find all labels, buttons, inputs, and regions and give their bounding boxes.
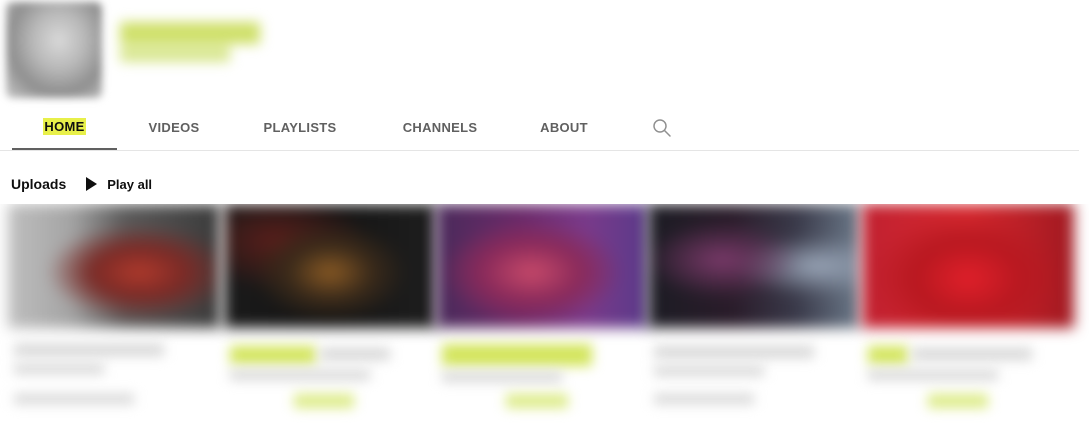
tab-playlists[interactable]: PLAYLISTS: [248, 104, 352, 150]
search-icon[interactable]: [650, 116, 674, 140]
video-card[interactable]: [8, 204, 220, 425]
video-title-highlight: [442, 344, 592, 366]
channel-name-highlight: [120, 22, 260, 44]
video-title-redacted: [868, 370, 998, 380]
video-title-redacted: [912, 348, 1032, 360]
video-title-redacted: [230, 370, 370, 380]
video-thumbnail[interactable]: [648, 204, 860, 328]
tab-home[interactable]: HOME: [12, 104, 117, 150]
video-title-redacted: [320, 348, 390, 360]
video-thumbnail[interactable]: [862, 204, 1074, 328]
tab-videos-label: VIDEOS: [148, 119, 200, 135]
tab-about-label: ABOUT: [540, 119, 588, 135]
tab-channels[interactable]: CHANNELS: [388, 104, 492, 150]
video-title-redacted: [442, 372, 562, 382]
video-meta-highlight: [506, 394, 568, 408]
video-title-highlight: [230, 346, 316, 364]
video-title-redacted: [654, 366, 764, 376]
video-title-redacted: [14, 364, 104, 374]
play-all-label: Play all: [107, 176, 153, 192]
tab-about[interactable]: ABOUT: [528, 104, 600, 150]
channel-name-redacted: [112, 8, 277, 76]
video-title-redacted: [654, 346, 814, 358]
channel-tab-bar: HOME VIDEOS PLAYLISTS CHANNELS ABOUT: [0, 104, 1079, 151]
tab-channels-label: CHANNELS: [402, 119, 478, 135]
video-title-redacted: [14, 344, 164, 356]
video-thumbnail[interactable]: [224, 204, 436, 328]
channel-header: [0, 0, 1089, 100]
channel-subscribers-highlight: [120, 46, 230, 62]
video-thumbnail[interactable]: [8, 204, 220, 328]
uploads-video-grid: [0, 204, 1089, 425]
uploads-title[interactable]: Uploads: [11, 176, 66, 192]
video-meta-redacted: [654, 394, 754, 404]
video-meta-redacted: [14, 394, 134, 404]
video-card[interactable]: [862, 204, 1074, 425]
uploads-header: Uploads Play all: [11, 172, 152, 196]
play-icon: [86, 177, 98, 191]
video-card[interactable]: [436, 204, 648, 425]
video-meta-highlight: [294, 394, 354, 408]
channel-avatar[interactable]: [6, 2, 102, 98]
video-card[interactable]: [648, 204, 860, 425]
video-title-highlight: [868, 346, 908, 364]
video-card[interactable]: [224, 204, 436, 425]
tab-playlists-label: PLAYLISTS: [263, 119, 337, 135]
tab-videos[interactable]: VIDEOS: [130, 104, 218, 150]
play-all-button[interactable]: Play all: [86, 177, 152, 192]
video-thumbnail[interactable]: [436, 204, 648, 328]
video-meta-highlight: [928, 394, 988, 408]
tab-home-label: HOME: [43, 117, 86, 135]
